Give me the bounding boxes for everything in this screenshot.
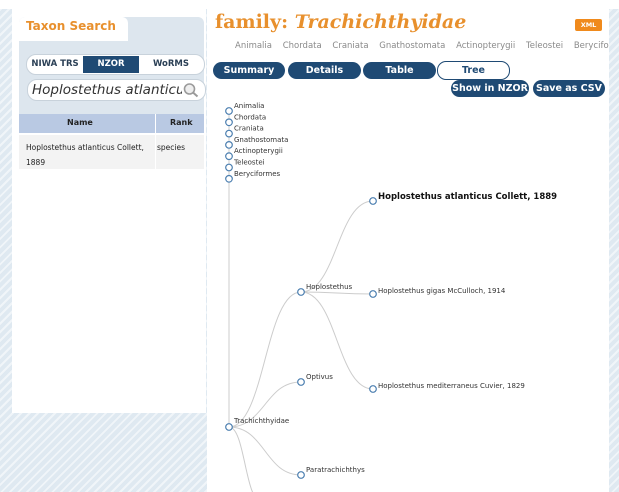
ancestor-node[interactable] [225, 129, 233, 138]
table-row[interactable]: Hoplostethus atlanticus Collett, 1889 sp… [19, 135, 204, 169]
search-title: Taxon Search [26, 19, 116, 33]
taxonomy-tree: Animalia Chordata Craniata Gnathostomata Act… [225, 102, 557, 492]
species-label[interactable]: Hoplostethus atlanticus Collett, 1889 [378, 192, 557, 202]
col-header-rank: Rank [170, 118, 193, 127]
genus-node[interactable] [297, 378, 305, 386]
ancestor-label[interactable]: Teleostei [233, 159, 265, 167]
scrollbar-strip [609, 9, 619, 492]
taxon-search-panel: Taxon Search NIWA TRS NZOR WoRMS Name Ra… [12, 9, 206, 413]
taxon-detail-panel: family: Trachichthyidae XML Animalia Cho… [207, 9, 609, 492]
genus-node[interactable] [297, 288, 305, 296]
ancestor-node[interactable] [225, 107, 233, 115]
species-node[interactable] [369, 290, 377, 298]
ancestor-node[interactable] [225, 174, 233, 183]
species-label[interactable]: Hoplostethus gigas McCulloch, 1914 [378, 287, 506, 295]
ancestor-label[interactable]: Gnathostomata [234, 136, 288, 144]
family-label[interactable]: Trachichthyidae [233, 417, 289, 425]
magnifier-icon[interactable] [182, 82, 200, 98]
tree-link [228, 291, 302, 428]
source-tab-worms[interactable]: WoRMS [141, 56, 201, 73]
column-divider [155, 114, 156, 169]
result-name[interactable]: Hoplostethus atlanticus Collett, 1889 [26, 140, 154, 170]
search-input[interactable] [32, 80, 182, 100]
ancestor-label[interactable]: Actinopterygii [234, 147, 283, 155]
tree-link [300, 291, 374, 295]
tree-links [228, 111, 374, 492]
genus-node[interactable] [297, 471, 305, 479]
genus-label[interactable]: Hoplostethus [306, 283, 353, 291]
ancestor-label[interactable]: Craniata [234, 125, 264, 133]
family-node[interactable] [225, 423, 233, 431]
genus-label[interactable]: Paratrachichthys [306, 466, 365, 474]
result-rank: species [157, 143, 186, 152]
tree-link [228, 426, 302, 476]
col-header-name: Name [67, 118, 93, 127]
ancestor-node[interactable] [225, 152, 233, 161]
ancestor-node[interactable] [225, 163, 233, 172]
tree-link [228, 426, 254, 492]
species-node[interactable] [369, 385, 377, 393]
ancestor-label[interactable]: Animalia [234, 102, 264, 110]
source-tab-nzor[interactable]: NZOR [83, 56, 139, 73]
source-tab-niwa-trs[interactable]: NIWA TRS [28, 56, 82, 73]
tree-link [300, 200, 374, 293]
species-node[interactable] [369, 197, 377, 205]
tree-nodes: Animalia Chordata Craniata Gnathostomata Act… [225, 102, 557, 479]
genus-label[interactable]: Optivus [306, 373, 333, 381]
top-bar [0, 0, 619, 9]
results-header: Name Rank [19, 114, 204, 133]
ancestor-node[interactable] [225, 118, 233, 127]
ancestor-node[interactable] [225, 140, 233, 149]
ancestor-label[interactable]: Chordata [234, 113, 266, 121]
species-label[interactable]: Hoplostethus mediterraneus Cuvier, 1829 [378, 382, 525, 390]
ancestor-label[interactable]: Beryciformes [234, 170, 281, 178]
search-input-wrapper [27, 79, 206, 101]
source-selector: NIWA TRS NZOR WoRMS [26, 54, 205, 75]
